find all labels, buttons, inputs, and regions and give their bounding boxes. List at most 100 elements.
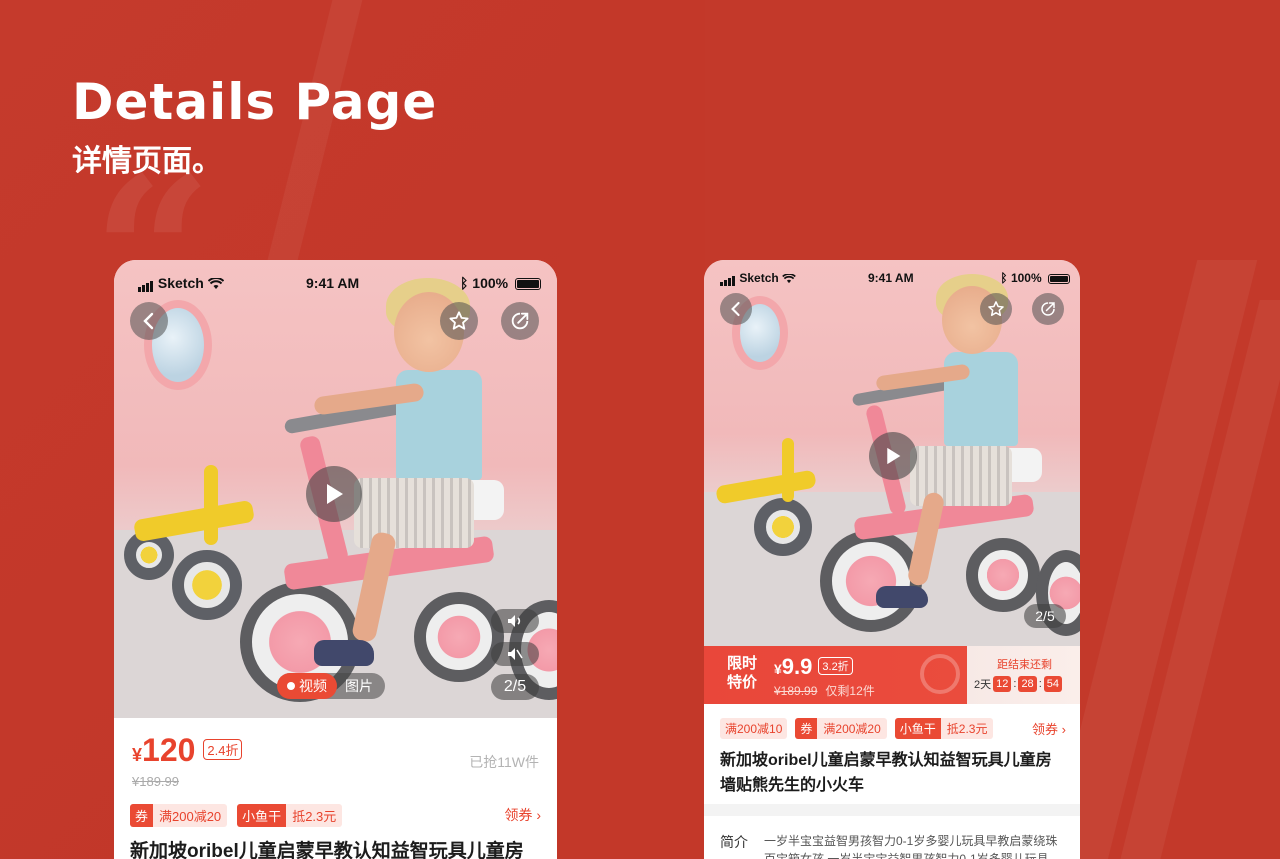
flash-sub: ¥189.99 仅剩12件 <box>774 682 875 699</box>
coupon-item[interactable]: 券满200减20 <box>795 718 887 739</box>
coupon-row: 券满200减20 小鱼干 抵2.3元 领券 › <box>130 803 541 827</box>
status-carrier: Sketch <box>138 275 224 293</box>
photo-yellow-frame <box>782 438 794 502</box>
photo-child-shoe <box>314 640 374 666</box>
product-title: 新加坡oribel儿童启蒙早教认知益智玩具儿童房墙贴熊先生的小火车 <box>720 752 1052 794</box>
get-coupon-label: 领券 <box>504 807 533 823</box>
phone-mockup-flash-sale: Sketch 9:41 AM ᛒ 100% 2/5 限时 特价 ¥9.9 3.2折 <box>704 260 1080 859</box>
carrier-label: Sketch <box>157 275 204 291</box>
background-panel-middle <box>560 0 705 859</box>
battery-label: 100% <box>472 275 509 291</box>
chevron-left-icon <box>143 312 154 330</box>
coupon-plain[interactable]: 满200减10 <box>720 718 788 739</box>
price-currency: ¥ <box>132 745 143 765</box>
mute-button[interactable] <box>491 642 539 666</box>
chevron-left-icon <box>731 301 740 317</box>
photo-yellow-wheel <box>172 550 242 620</box>
phone-mockup-video: Sketch 9:41 AM ᛒ 100% 2/5 视频 图片 ¥120 2.4… <box>114 260 557 859</box>
alarm-clock-icon <box>920 654 960 694</box>
flash-discount-badge: 3.2折 <box>818 657 853 675</box>
photo-pink-wheel <box>820 530 922 632</box>
coupon-tag: 券 <box>130 803 154 827</box>
price-row: ¥120 2.4折 <box>132 732 243 769</box>
volume-on-button[interactable] <box>491 609 539 633</box>
coupon-text: 满200减20 <box>817 718 887 739</box>
countdown-hours: 12 <box>993 676 1012 692</box>
coupon-tag: 券 <box>795 718 818 739</box>
play-video-button[interactable] <box>869 432 917 480</box>
back-button[interactable] <box>720 293 752 325</box>
status-time: 9:41 AM <box>868 271 914 285</box>
speaker-mute-icon <box>508 648 523 660</box>
countdown-label: 距结束还剩 <box>997 659 1052 671</box>
discount-badge: 2.4折 <box>203 739 243 760</box>
bluetooth-icon: ᛒ <box>460 275 469 291</box>
countdown-days: 2天 <box>974 679 992 691</box>
share-button[interactable] <box>1032 293 1064 325</box>
coupon-text: 抵2.3元 <box>940 718 994 739</box>
tab-video[interactable]: 视频 <box>277 673 337 699</box>
battery-label: 100% <box>1010 271 1042 285</box>
get-coupon-link[interactable]: 领券 › <box>1032 719 1066 738</box>
play-dot-icon <box>287 682 295 690</box>
photo-pink-wheel <box>414 592 504 682</box>
product-info: ¥120 2.4折 ¥189.99 已抢11W件 券满200减20 小鱼干 抵2.3… <box>114 718 557 859</box>
play-icon <box>327 484 343 504</box>
countdown-timer: 2天 12:28:54 <box>974 676 1064 692</box>
flash-price: ¥9.9 3.2折 <box>774 654 853 680</box>
star-icon <box>988 301 1004 317</box>
favorite-button[interactable] <box>980 293 1012 325</box>
flash-currency: ¥ <box>774 661 782 677</box>
flash-sale-banner: 限时 特价 ¥9.9 3.2折 ¥189.99 仅剩12件 距结束还剩 2天 12:… <box>704 646 1080 704</box>
sold-count: 已抢11W件 <box>469 754 539 770</box>
countdown-seconds: 54 <box>1043 676 1062 692</box>
image-counter: 2/5 <box>491 674 539 700</box>
flash-price-value: 9.9 <box>781 654 813 679</box>
wifi-icon <box>207 275 224 291</box>
description-text: 一岁半宝宝益智男孩智力0-1岁多婴儿玩具早教启蒙绕珠百宝箱女孩 一岁半宝宝益智男… <box>764 834 1058 859</box>
battery-icon <box>515 278 541 291</box>
play-icon <box>887 447 901 465</box>
chevron-right-icon: › <box>1061 722 1066 737</box>
coupon-text: 抵2.3元 <box>286 803 343 827</box>
coupon-item[interactable]: 小鱼干 抵2.3元 <box>894 718 994 739</box>
coupon-row: 满200减10 券满200减20 小鱼干 抵2.3元 领券 › <box>720 718 1066 739</box>
flash-remaining: 仅剩12件 <box>825 684 875 698</box>
price-value: 120 <box>142 732 196 768</box>
chevron-right-icon: › <box>536 807 541 823</box>
tab-video-label: 视频 <box>299 678 327 694</box>
coupon-item[interactable]: 小鱼干 抵2.3元 <box>237 803 343 827</box>
status-right: ᛒ 100% <box>1000 271 1070 285</box>
tab-photo[interactable]: 图片 <box>337 676 385 696</box>
photo-pink-wheel <box>966 538 1040 612</box>
share-button[interactable] <box>501 302 539 340</box>
get-coupon-link[interactable]: 领券 › <box>504 805 541 825</box>
signal-icon <box>138 276 154 293</box>
status-carrier: Sketch <box>720 271 796 286</box>
bluetooth-icon: ᛒ <box>1000 271 1008 285</box>
share-icon <box>511 312 529 330</box>
flash-sale-badge: 限时 特价 <box>722 654 762 696</box>
status-right: ᛒ 100% <box>460 275 541 291</box>
countdown-minutes: 28 <box>1018 676 1037 692</box>
photo-yellow-frame <box>204 465 218 545</box>
status-bar: Sketch 9:41 AM ᛒ 100% <box>704 260 1080 304</box>
back-button[interactable] <box>130 302 168 340</box>
star-icon <box>449 311 469 330</box>
flash-original-price: ¥189.99 <box>774 684 818 698</box>
signal-icon <box>720 272 736 286</box>
play-video-button[interactable] <box>306 466 362 522</box>
favorite-button[interactable] <box>440 302 478 340</box>
flash-badge-line1: 限时 <box>726 655 757 672</box>
wifi-icon <box>782 271 796 285</box>
coupon-tag: 小鱼干 <box>894 718 941 739</box>
product-description: 简介 一岁半宝宝益智男孩智力0-1岁多婴儿玩具早教启蒙绕珠百宝箱女孩 一岁半宝宝… <box>704 816 1080 859</box>
page-subtitle: 详情页面。 <box>72 144 222 179</box>
coupon-text: 满200减20 <box>153 803 228 827</box>
battery-icon <box>1048 273 1070 284</box>
original-price: ¥189.99 <box>132 774 179 789</box>
status-bar: Sketch 9:41 AM ᛒ 100% <box>114 260 557 304</box>
coupon-item[interactable]: 券满200减20 <box>130 803 228 827</box>
photo-child-shoe <box>876 586 928 608</box>
flash-badge-line2: 特价 <box>726 674 757 691</box>
